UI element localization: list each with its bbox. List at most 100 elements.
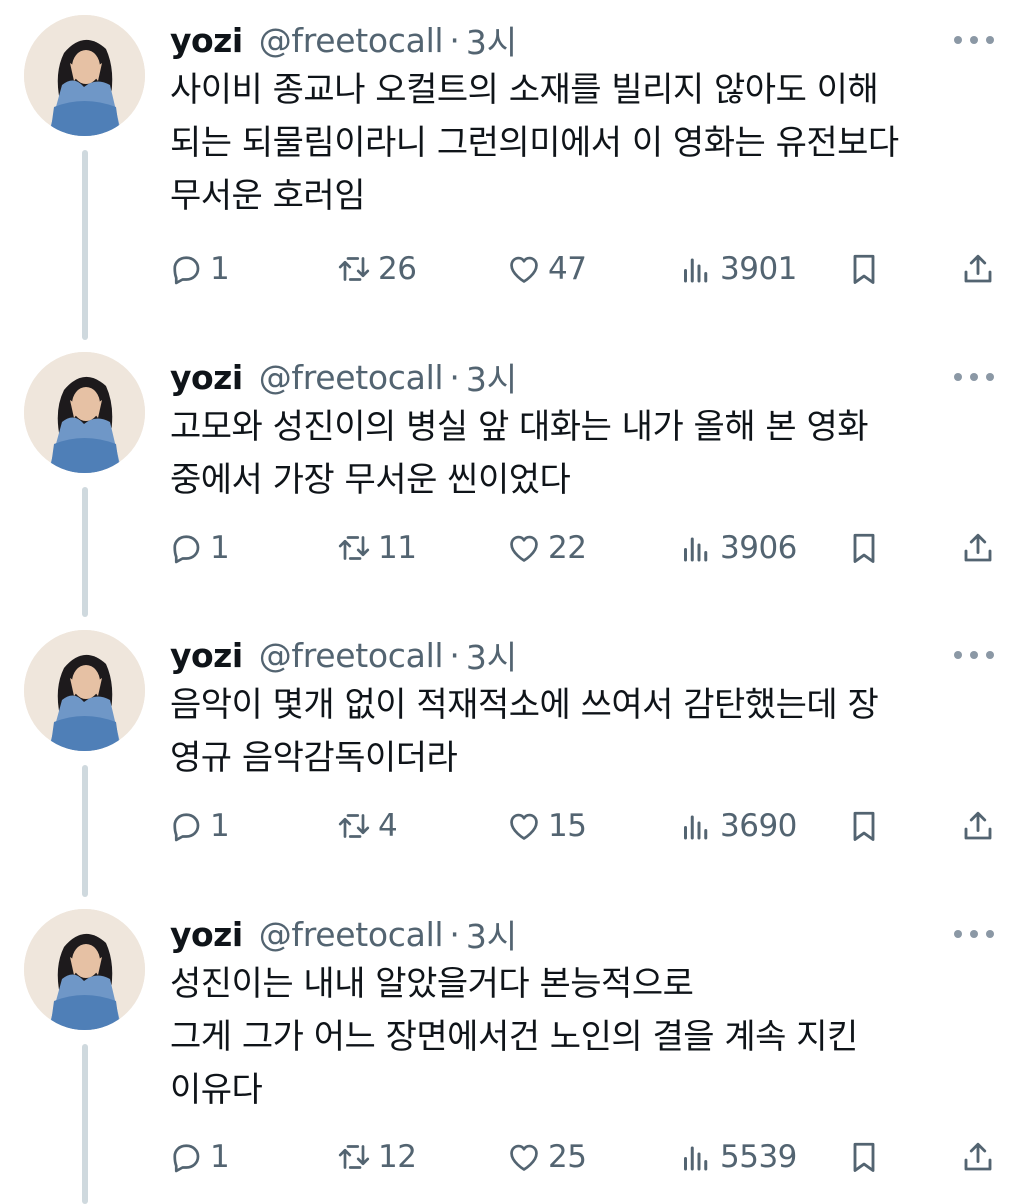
user-handle[interactable]: @freetocall	[259, 915, 444, 954]
more-icon[interactable]	[954, 359, 994, 395]
retweet-button[interactable]: 12	[336, 1132, 417, 1182]
like-count: 22	[548, 530, 587, 566]
user-handle[interactable]: @freetocall	[259, 636, 444, 675]
reply-icon	[173, 1144, 200, 1173]
retweet-button[interactable]: 11	[336, 523, 417, 573]
display-name[interactable]: yozi	[170, 21, 243, 60]
bookmark-icon	[853, 533, 875, 563]
views-button[interactable]: 3906	[678, 523, 797, 573]
reply-count: 1	[210, 1139, 230, 1175]
reply-button[interactable]: 1	[168, 1132, 230, 1182]
share-icon	[964, 533, 992, 562]
display-name[interactable]: yozi	[170, 915, 243, 954]
share-button[interactable]	[960, 523, 996, 573]
thread-connector	[82, 1044, 88, 1204]
tweet-header: yozi @freetocall · 3시	[170, 14, 517, 66]
like-button[interactable]: 47	[506, 244, 587, 294]
user-handle[interactable]: @freetocall	[259, 358, 444, 397]
retweet-count: 26	[378, 251, 417, 287]
tweet-thread: yozi @freetocall · 3시 사이비 종교나 오컬트의 소재를 빌…	[0, 0, 1024, 1204]
tweet-text: 고모와 성진이의 병실 앞 대화는 내가 올해 본 영화 중에서 가장 무서운 …	[170, 401, 1000, 507]
bookmark-icon	[853, 254, 875, 284]
more-icon[interactable]	[954, 637, 994, 673]
display-name[interactable]: yozi	[170, 358, 243, 397]
tweet-text: 음악이 몇개 없이 적재적소에 쓰여서 감탄했는데 장 영규 음악감독이더라	[170, 679, 1000, 785]
reply-button[interactable]: 1	[168, 523, 230, 573]
like-button[interactable]: 25	[506, 1132, 587, 1182]
tweet-text-line: 고모와 성진이의 병실 앞 대화는 내가 올해 본 영화	[170, 407, 869, 447]
views-button[interactable]: 3901	[678, 244, 797, 294]
thread-connector	[82, 765, 88, 897]
timestamp[interactable]: 3시	[466, 910, 517, 958]
avatar[interactable]	[24, 352, 145, 473]
reply-button[interactable]: 1	[168, 244, 230, 294]
like-count: 15	[548, 808, 587, 844]
view-count: 3690	[720, 808, 797, 844]
views-icon	[684, 537, 708, 562]
separator: ·	[449, 357, 460, 397]
share-icon	[964, 254, 992, 283]
action-bar: 1 12 25 5539	[168, 1132, 998, 1182]
bookmark-button[interactable]	[846, 523, 882, 573]
tweet[interactable]: yozi @freetocall · 3시 고모와 성진이의 병실 앞 대화는 …	[0, 337, 1024, 622]
avatar-photo	[24, 909, 145, 1030]
action-bar: 1 11 22 3906	[168, 523, 998, 573]
share-button[interactable]	[960, 801, 996, 851]
like-icon	[510, 813, 538, 840]
views-button[interactable]: 5539	[678, 1132, 797, 1182]
retweet-icon	[338, 536, 370, 560]
tweet[interactable]: yozi @freetocall · 3시 성진이는 내내 알았을거다 본능적으…	[0, 894, 1024, 1204]
separator: ·	[449, 635, 460, 675]
tweet-text-line: 중에서 가장 무서운 씬이었다	[170, 460, 571, 500]
views-icon	[684, 815, 708, 840]
tweet-text-line: 그게 그가 어느 장면에서건 노인의 결을 계속 지킨	[170, 1017, 858, 1057]
thread-connector	[82, 150, 88, 340]
tweet-text-line: 음악이 몇개 없이 적재적소에 쓰여서 감탄했는데 장	[170, 685, 879, 725]
bookmark-button[interactable]	[846, 1132, 882, 1182]
tweet-text: 사이비 종교나 오컬트의 소재를 빌리지 않아도 이해 되는 되물림이라니 그런…	[170, 64, 1000, 223]
avatar[interactable]	[24, 630, 145, 751]
tweet-text-line: 되는 되물림이라니 그런의미에서 이 영화는 유전보다	[170, 123, 899, 163]
tweet-header: yozi @freetocall · 3시	[170, 351, 517, 403]
tweet-text-line: 무서운 호러임	[170, 176, 366, 216]
share-icon	[964, 1142, 992, 1171]
like-button[interactable]: 15	[506, 801, 587, 851]
bookmark-button[interactable]	[846, 801, 882, 851]
avatar[interactable]	[24, 15, 145, 136]
retweet-icon	[338, 1145, 370, 1169]
tweet-header: yozi @freetocall · 3시	[170, 629, 517, 681]
avatar[interactable]	[24, 909, 145, 1030]
views-icon	[684, 258, 708, 283]
retweet-count: 12	[378, 1139, 417, 1175]
bookmark-button[interactable]	[846, 244, 882, 294]
tweet[interactable]: yozi @freetocall · 3시 사이비 종교나 오컬트의 소재를 빌…	[0, 0, 1024, 345]
like-button[interactable]: 22	[506, 523, 587, 573]
reply-count: 1	[210, 251, 230, 287]
tweet-header: yozi @freetocall · 3시	[170, 908, 517, 960]
share-button[interactable]	[960, 244, 996, 294]
user-handle[interactable]: @freetocall	[259, 21, 444, 60]
timestamp[interactable]: 3시	[466, 16, 517, 64]
more-icon[interactable]	[954, 916, 994, 952]
bookmark-icon	[853, 1142, 875, 1172]
retweet-button[interactable]: 4	[336, 801, 398, 851]
reply-button[interactable]: 1	[168, 801, 230, 851]
avatar-photo	[24, 630, 145, 751]
timestamp[interactable]: 3시	[466, 631, 517, 679]
retweet-count: 11	[378, 530, 417, 566]
tweet[interactable]: yozi @freetocall · 3시 음악이 몇개 없이 적재적소에 쓰여…	[0, 615, 1024, 900]
like-count: 25	[548, 1139, 587, 1175]
avatar-photo	[24, 352, 145, 473]
tweet-text-line: 영규 음악감독이더라	[170, 738, 458, 778]
view-count: 3901	[720, 251, 797, 287]
separator: ·	[449, 914, 460, 954]
retweet-button[interactable]: 26	[336, 244, 417, 294]
more-icon[interactable]	[954, 22, 994, 58]
display-name[interactable]: yozi	[170, 636, 243, 675]
action-bar: 1 4 15 3690	[168, 801, 998, 851]
avatar-photo	[24, 15, 145, 136]
tweet-text-line: 이유다	[170, 1070, 263, 1110]
share-button[interactable]	[960, 1132, 996, 1182]
views-button[interactable]: 3690	[678, 801, 797, 851]
timestamp[interactable]: 3시	[466, 353, 517, 401]
